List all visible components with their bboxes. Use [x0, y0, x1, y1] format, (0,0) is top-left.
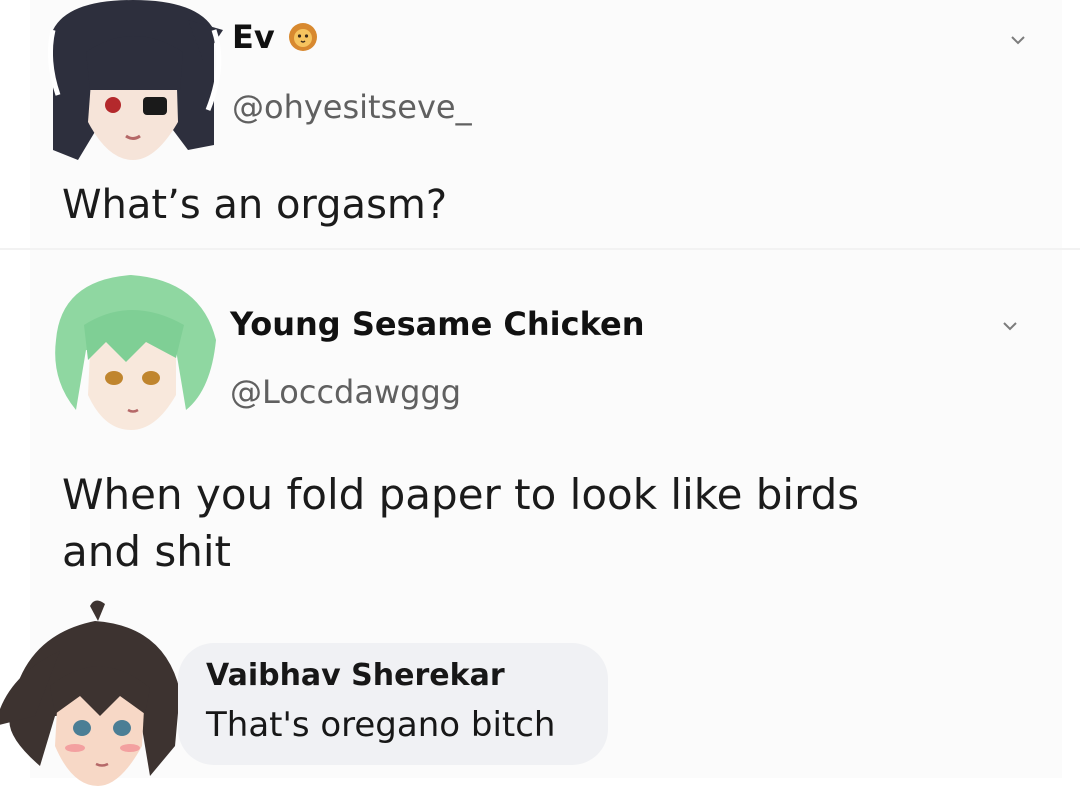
author-name-text: Ev — [232, 18, 275, 56]
author-handle[interactable]: @ohyesitseve_ — [232, 88, 472, 126]
divider — [0, 248, 1080, 250]
author-name[interactable]: Ev — [232, 18, 318, 56]
avatar-dark-haired-girl — [47, 0, 223, 160]
author-handle[interactable]: @Loccdawggg — [230, 373, 461, 411]
tweet-text: When you fold paper to look like birds a… — [62, 466, 859, 580]
chevron-down-icon[interactable] — [1010, 32, 1026, 48]
lion-face-icon — [288, 23, 317, 51]
tweet-text: What’s an orgasm? — [62, 182, 448, 228]
chevron-down-icon[interactable] — [1002, 318, 1018, 334]
avatar-green-haired-boy — [55, 275, 216, 430]
comment-author-name[interactable]: Vaibhav Sherekar — [206, 658, 505, 693]
avatar-ponytail-girl — [0, 600, 180, 786]
tweet-text-line: When you fold paper to look like birds — [62, 470, 860, 519]
tweet-text-line: and shit — [62, 527, 232, 577]
comment-text: That's oregano bitch — [206, 705, 556, 745]
author-name[interactable]: Young Sesame Chicken — [230, 305, 645, 343]
